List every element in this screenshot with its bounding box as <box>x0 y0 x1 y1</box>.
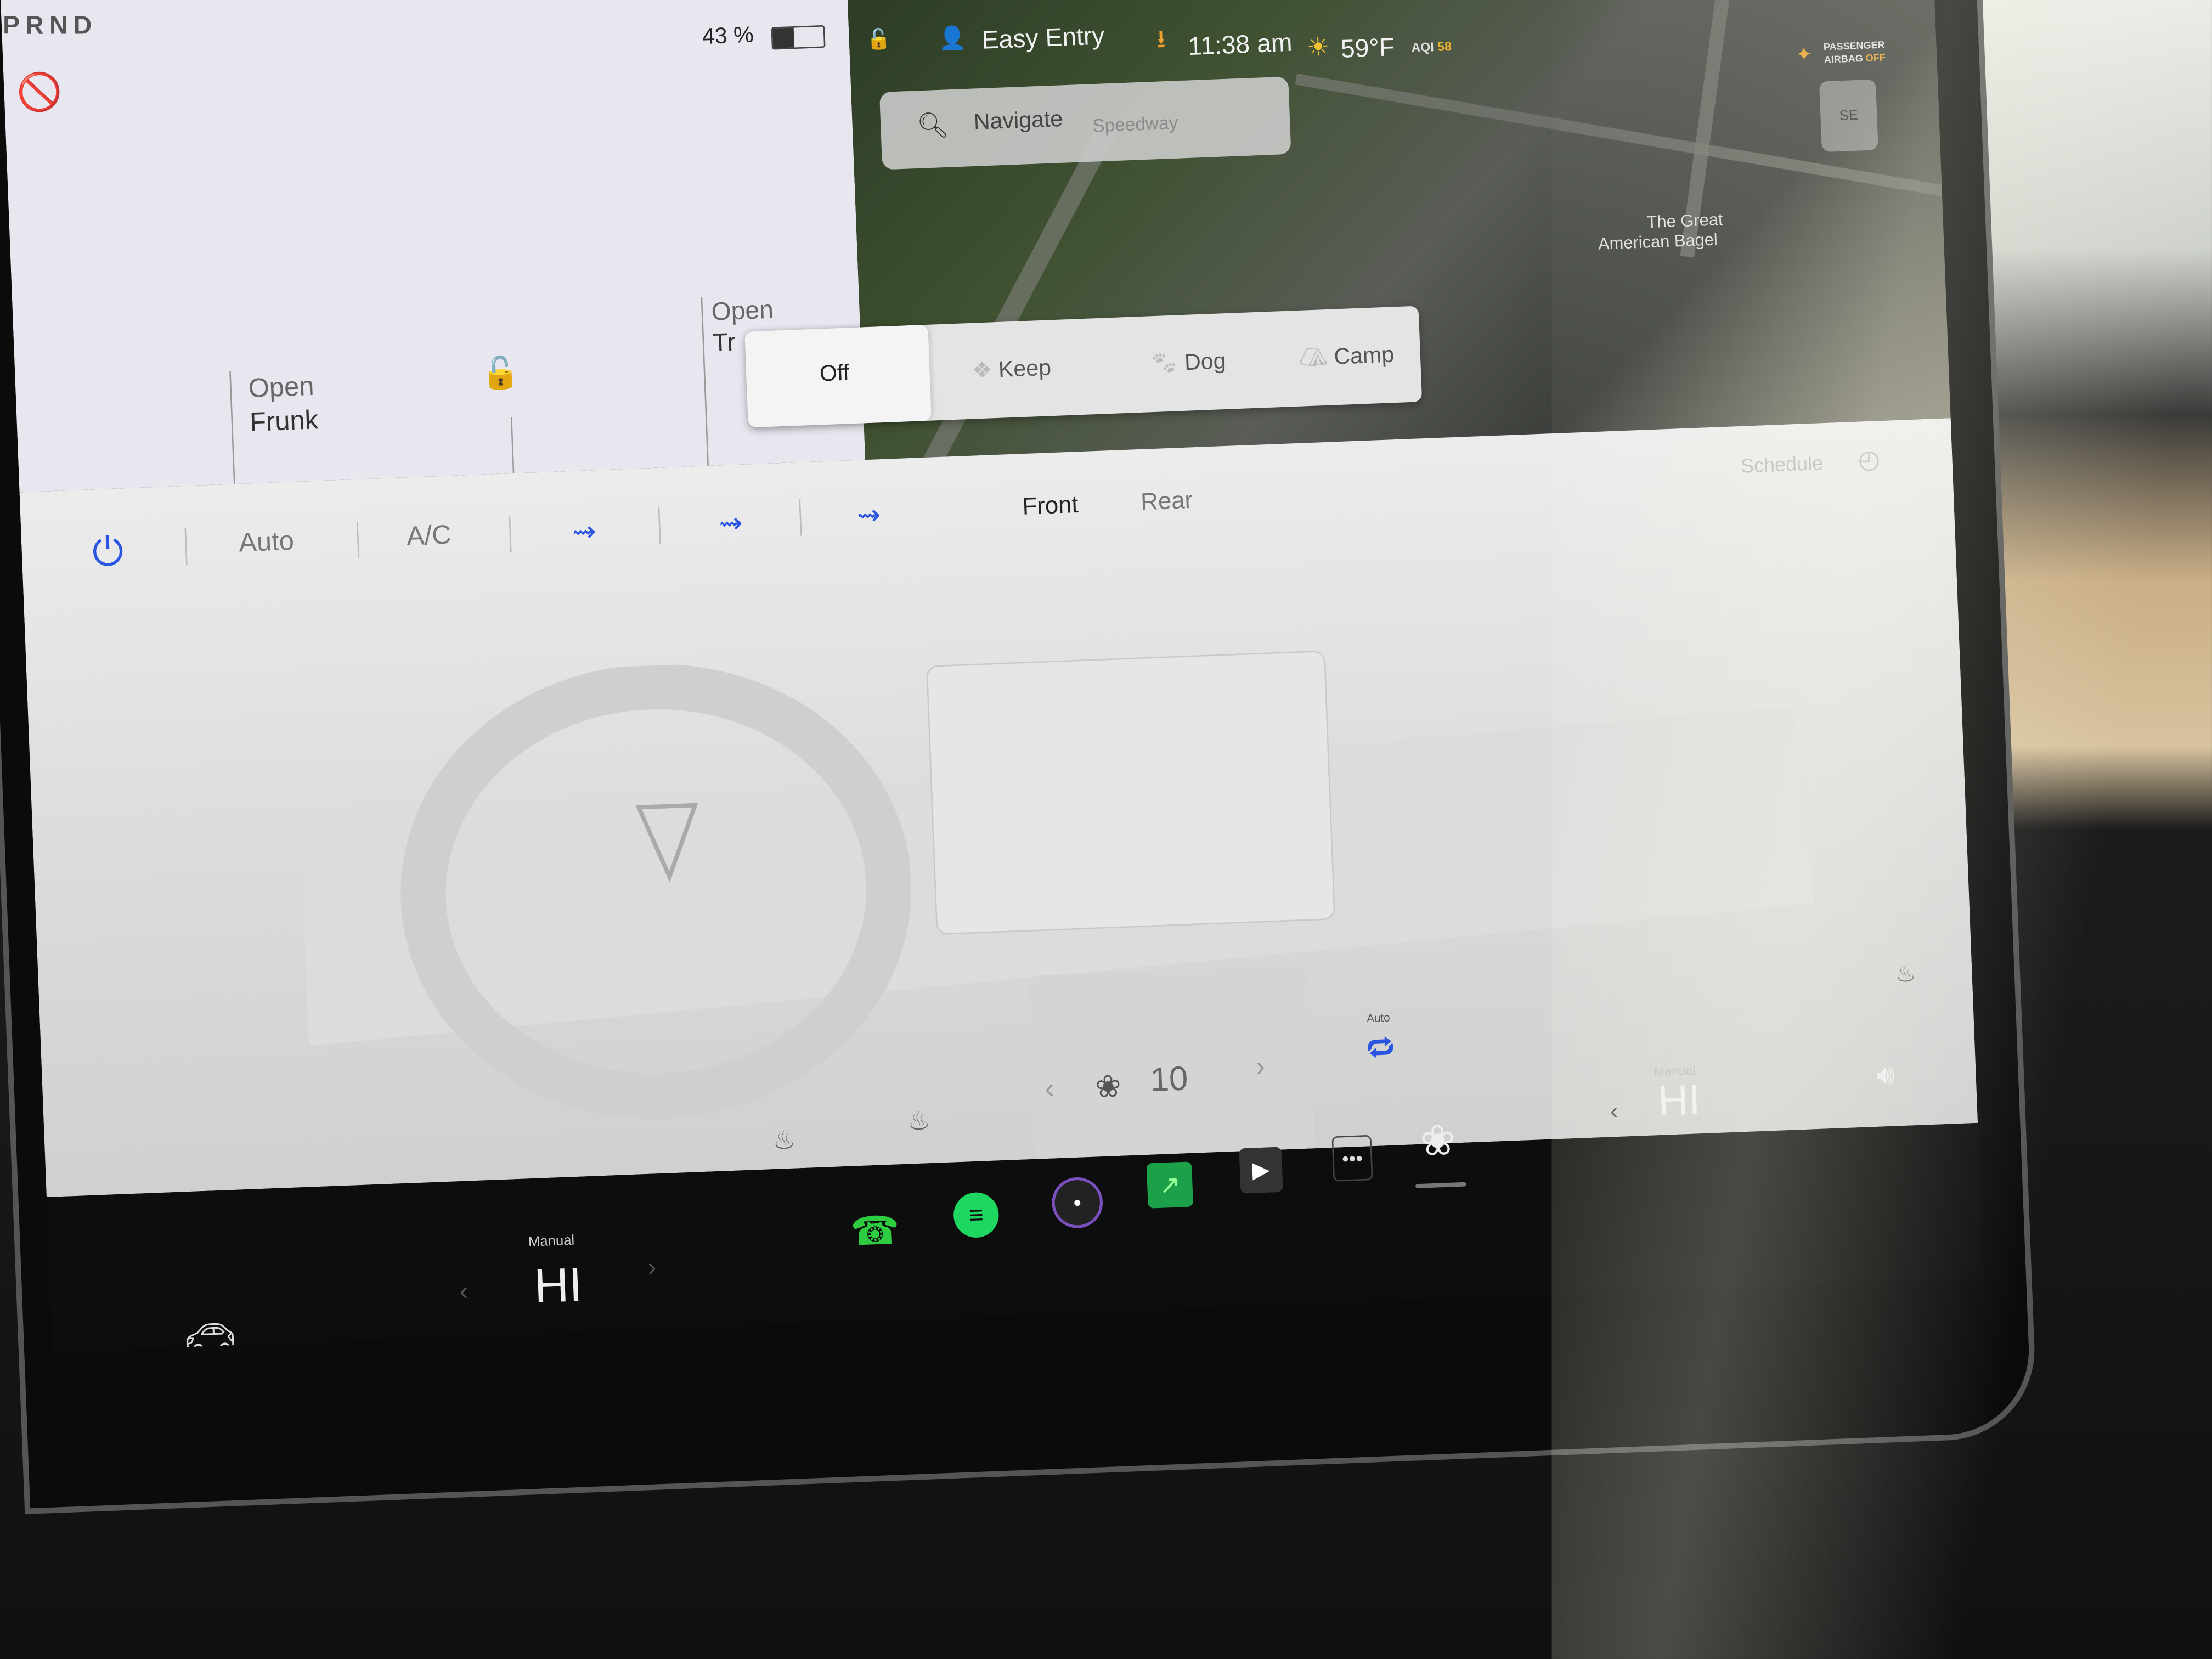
seatbelt-warning-icon: 🚫 <box>15 69 63 114</box>
driver-temperature[interactable]: HI <box>533 1259 583 1316</box>
more-apps-icon[interactable]: ••• <box>1331 1135 1373 1182</box>
airflow-face-icon[interactable]: ⇝ <box>562 509 606 553</box>
passenger-temperature[interactable]: HI <box>1657 1077 1701 1126</box>
display-bezel: 🚫 43 % Open Frunk 🔓 Open Tr The Great Am… <box>0 0 2032 1509</box>
driver-temp-increase[interactable]: › <box>647 1253 657 1283</box>
front-tab[interactable]: Front <box>1022 491 1079 521</box>
front-defrost-icon[interactable]: ♨ <box>899 1101 940 1142</box>
energy-app-icon[interactable]: ↗ <box>1146 1161 1194 1209</box>
spotify-app-icon[interactable]: ≡ <box>952 1192 1000 1239</box>
airflow-feet-icon[interactable]: ⇝ <box>709 501 753 545</box>
airbag-state: OFF <box>1865 53 1886 64</box>
active-app-indicator <box>1415 1182 1466 1188</box>
rear-defrost-icon[interactable]: ♨ <box>764 1120 805 1161</box>
passenger-airbag-status: PASSENGER AIRBAG OFF <box>1824 40 1886 67</box>
camera-app-icon[interactable]: ● <box>1051 1176 1104 1229</box>
clock-icon[interactable]: ◴ <box>1853 443 1885 476</box>
map-label-speedway: Speedway <box>1092 111 1179 137</box>
climate-keeper-camp[interactable]: ⛺︎ Camp <box>1299 341 1395 373</box>
outside-temperature: 59°F <box>1340 32 1396 64</box>
passenger-temp-mode: Manual <box>1654 1063 1696 1079</box>
gear-selector: PRND <box>3 11 98 40</box>
dog-label: Dog <box>1184 349 1227 376</box>
battery-percent: 43 % <box>702 24 754 50</box>
clock: 11:38 am <box>1187 28 1293 61</box>
map-label-poi-1[interactable]: The Great <box>1646 210 1723 232</box>
aqi-value: 58 <box>1437 39 1452 54</box>
passenger-airbag-icon: ✦ <box>1795 41 1813 65</box>
car-icon[interactable]: 🚗︎ <box>178 1315 242 1352</box>
recirculation-button[interactable]: 🔁︎ <box>1364 1030 1397 1065</box>
airbag-line-2: AIRBAG OFF <box>1824 52 1886 67</box>
fan-increase-button[interactable]: › <box>1255 1052 1266 1085</box>
phone-app-icon[interactable]: ☎ <box>849 1204 901 1256</box>
frunk-label-2: Frunk <box>249 406 319 438</box>
volume-icon[interactable]: 🔊︎ <box>1865 1055 1906 1096</box>
fan-decrease-button[interactable]: ‹ <box>1044 1074 1054 1107</box>
auto-climate-button[interactable]: Auto <box>238 527 295 560</box>
climate-power-button[interactable]: ⏻ <box>83 528 133 578</box>
aqi: AQI 58 <box>1411 39 1452 55</box>
navigate-search-bar[interactable]: 🔍︎ Navigate <box>879 76 1291 170</box>
fan-speed: 10 <box>1149 1060 1189 1100</box>
climate-keeper-dog[interactable]: 🐾︎ Dog <box>1149 347 1227 379</box>
touchscreen: 🚫 43 % Open Frunk 🔓 Open Tr The Great Am… <box>0 0 1984 1352</box>
car-status-panel: 🚫 43 % Open Frunk 🔓 Open Tr <box>0 0 866 493</box>
schedule-button[interactable]: Schedule <box>1740 452 1824 477</box>
tent-icon: ⛺︎ <box>1299 346 1328 371</box>
map-label-poi-2[interactable]: American Bagel <box>1598 229 1718 253</box>
camp-label: Camp <box>1333 343 1395 370</box>
trunk-label-1: Open <box>710 295 774 326</box>
software-update-icon[interactable]: ⭳ <box>1148 25 1175 59</box>
search-icon: 🔍︎ <box>916 110 950 140</box>
driver-temp-decrease[interactable]: ‹ <box>459 1277 469 1307</box>
profile-icon[interactable]: 👤 <box>938 24 967 53</box>
fan-icon: ❖ <box>971 359 993 384</box>
driver-profile[interactable]: Easy Entry <box>981 21 1105 56</box>
lock-status-icon[interactable]: 🔓 <box>866 24 892 53</box>
ac-button[interactable]: A/C <box>406 521 452 554</box>
keep-label: Keep <box>998 357 1052 383</box>
airflow-windshield-icon[interactable]: ⇝ <box>847 493 891 537</box>
passenger-seat-heater-icon[interactable]: ♨ <box>1887 956 1925 994</box>
fan-icon: ❀ <box>1094 1068 1122 1105</box>
navigate-placeholder: Navigate <box>973 108 1064 136</box>
center-display-render <box>926 651 1335 935</box>
fan-climate-icon[interactable]: ❀ <box>1413 1115 1463 1167</box>
compass-button[interactable]: SE <box>1819 79 1878 153</box>
passenger-temp-decrease[interactable]: ‹ <box>1610 1100 1618 1126</box>
compass-heading: SE <box>1839 108 1859 124</box>
aqi-label: AQI <box>1411 40 1435 55</box>
recirculation-mode: Auto <box>1366 1011 1391 1025</box>
unlock-icon[interactable]: 🔓 <box>480 353 521 394</box>
frunk-label-1: Open <box>247 372 315 405</box>
climate-keeper-off[interactable]: Off <box>744 324 932 428</box>
rear-tab[interactable]: Rear <box>1140 487 1193 517</box>
sun-weather-icon: ☀ <box>1306 32 1330 61</box>
airbag-label: AIRBAG <box>1824 54 1864 66</box>
paw-icon: 🐾︎ <box>1149 352 1179 377</box>
off-label: Off <box>819 362 850 387</box>
climate-keeper-keep[interactable]: ❖ Keep <box>972 354 1052 385</box>
open-frunk-button[interactable]: Open Frunk <box>248 371 319 441</box>
battery-icon <box>771 25 826 50</box>
theater-app-icon[interactable]: ▶ <box>1239 1147 1283 1194</box>
driver-temp-mode: Manual <box>528 1233 575 1251</box>
